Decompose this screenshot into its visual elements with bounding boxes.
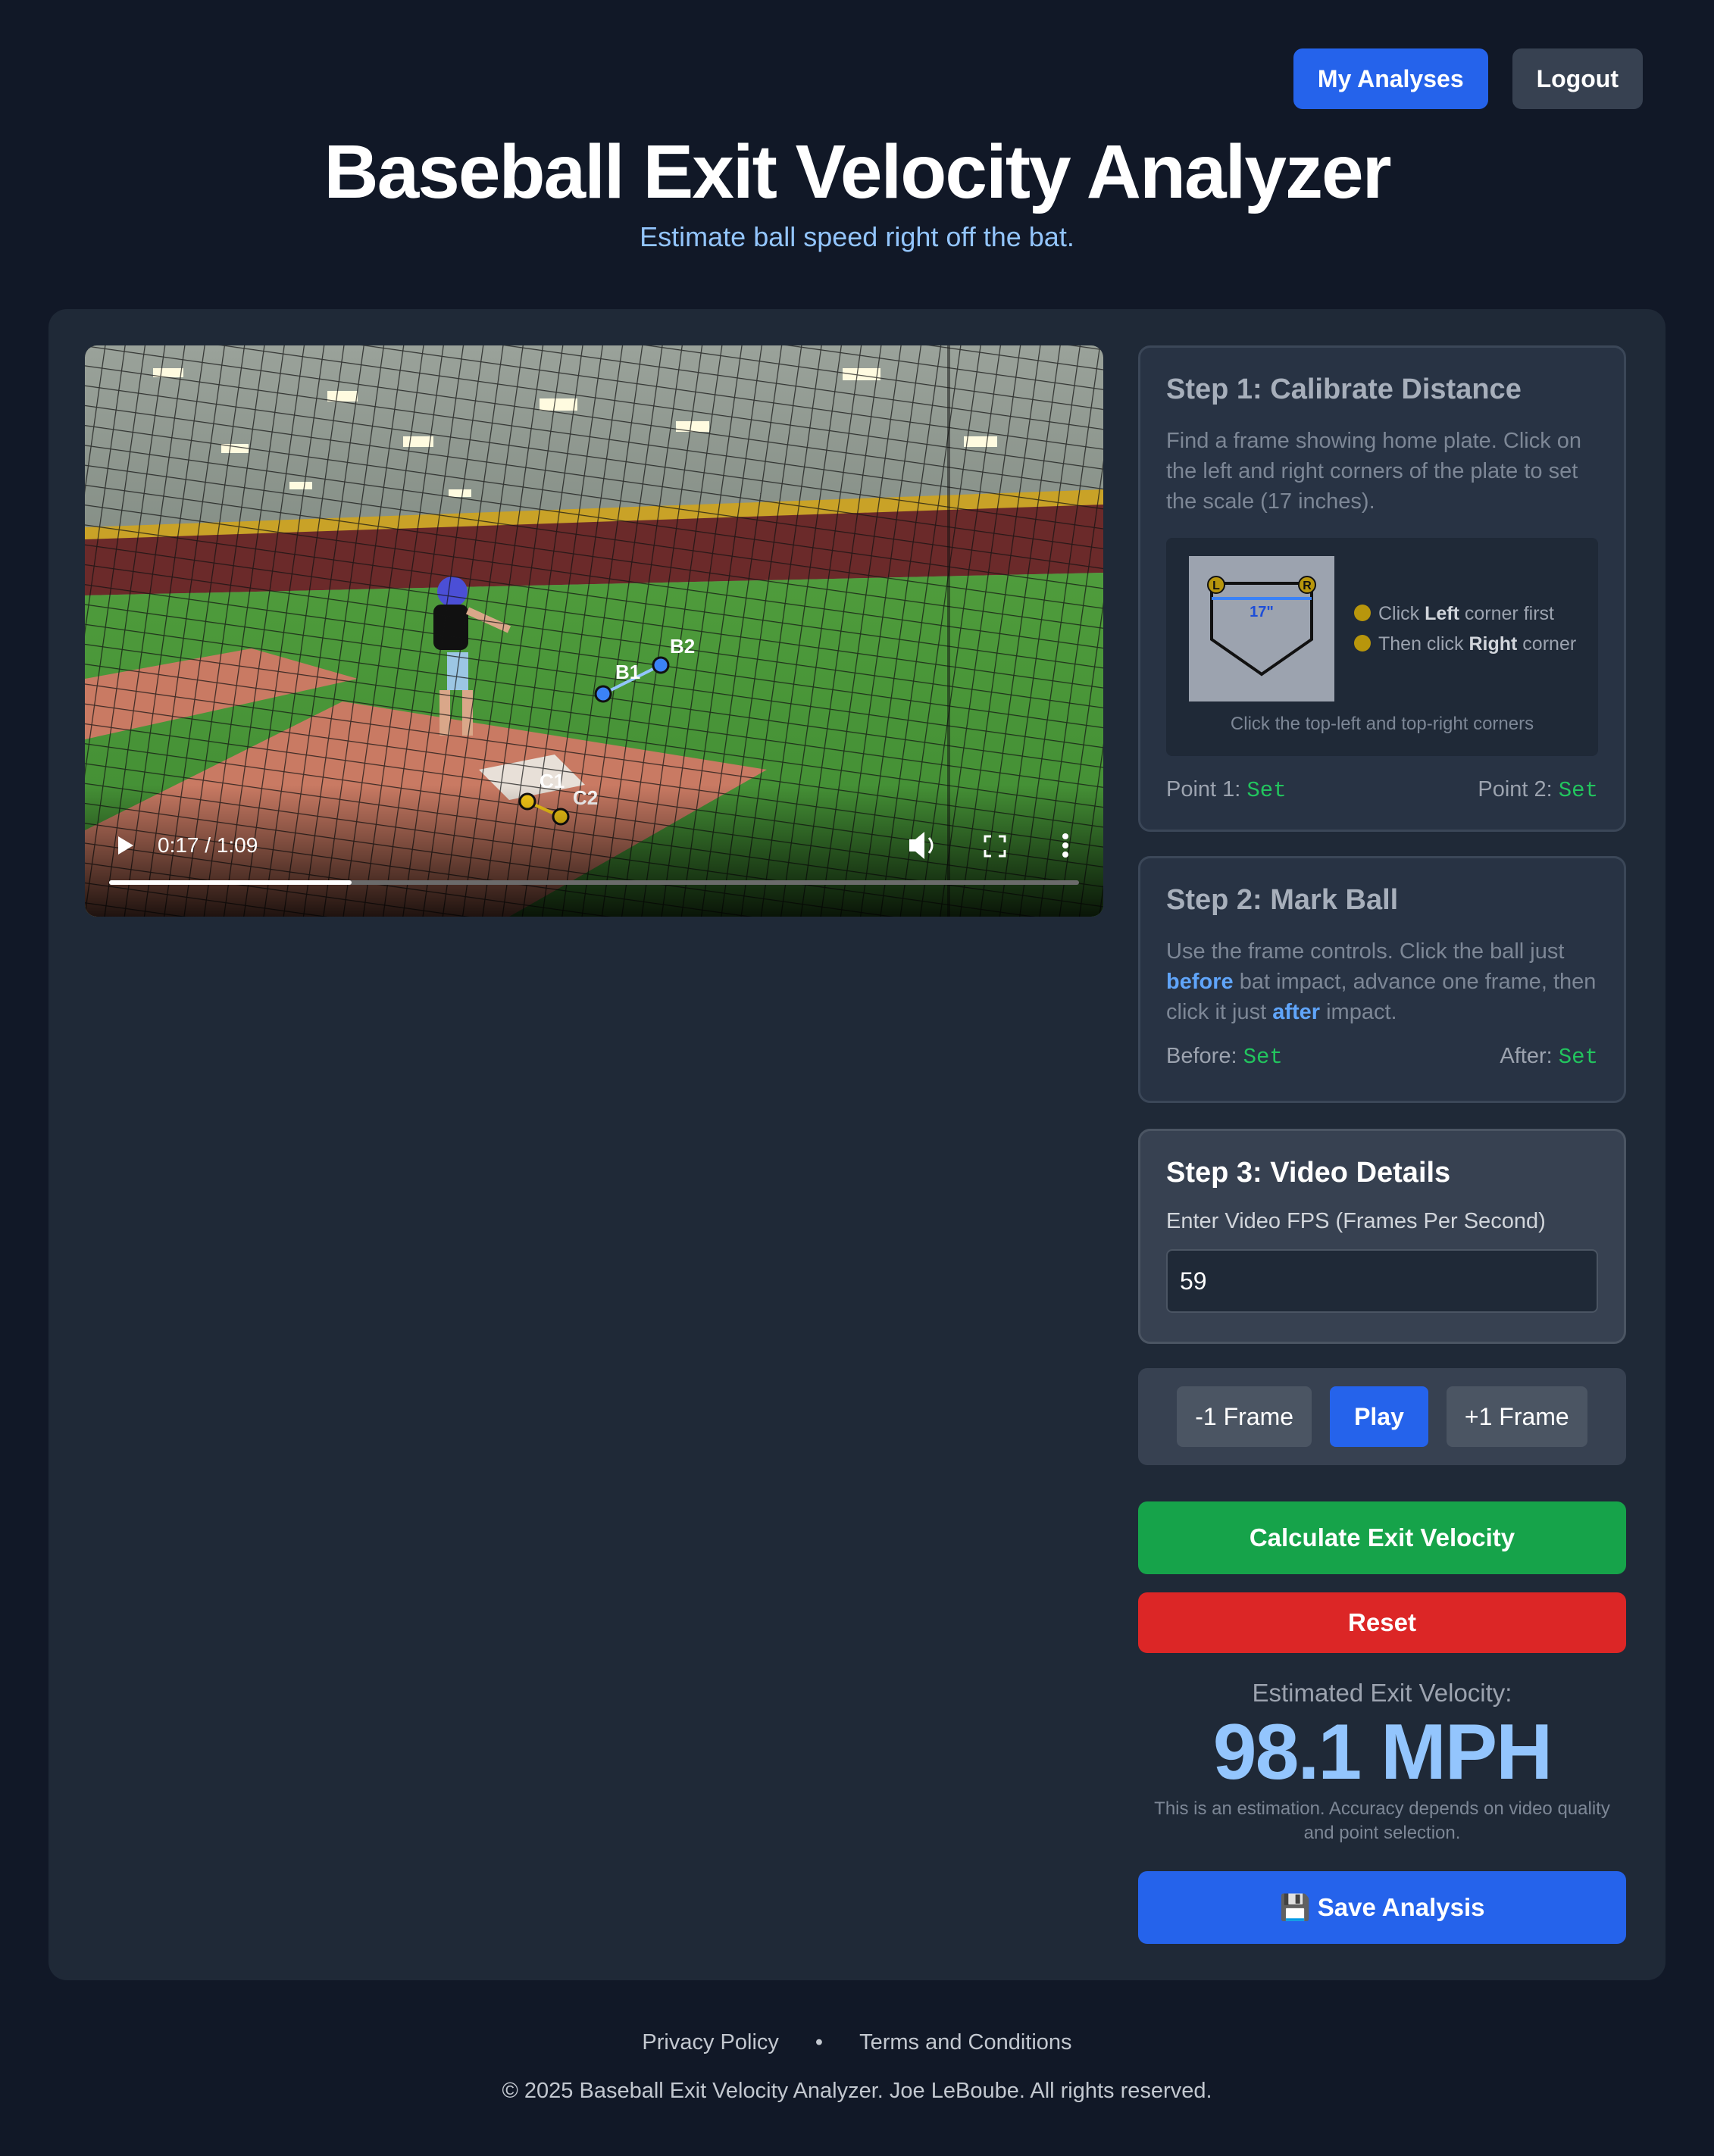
plate-width-label: 17" xyxy=(1250,604,1274,620)
result-value: 98.1 MPH xyxy=(1212,1708,1553,1796)
play-button[interactable]: Play xyxy=(1330,1386,1428,1447)
point1-status: Point 1: Set xyxy=(1166,777,1287,803)
step3-panel: Step 3: Video Details Enter Video FPS (F… xyxy=(1138,1129,1626,1344)
save-analysis-button[interactable]: 💾 Save Analysis xyxy=(1138,1871,1626,1944)
footer-links: Privacy Policy • Terms and Conditions xyxy=(0,2030,1714,2055)
legend-item: Then click Right corner xyxy=(1354,629,1576,659)
result-label: Estimated Exit Velocity: xyxy=(1252,1679,1512,1707)
right-corner-label: R xyxy=(1303,580,1312,592)
video-frame[interactable]: B1 B2 C1 C2 xyxy=(85,345,1103,917)
prev-frame-button[interactable]: -1 Frame xyxy=(1177,1386,1312,1447)
ball-status: Before: Set After: Set xyxy=(1166,1044,1598,1070)
after-status: After: Set xyxy=(1500,1044,1598,1070)
terms-link[interactable]: Terms and Conditions xyxy=(859,2030,1071,2055)
step1-title: Step 1: Calibrate Distance xyxy=(1166,373,1522,405)
marker-b1 xyxy=(594,685,612,703)
more-options-icon[interactable] xyxy=(1062,833,1068,858)
calculate-button[interactable]: Calculate Exit Velocity xyxy=(1138,1501,1626,1574)
marker-b2 xyxy=(652,656,670,674)
video-progress-fill[interactable] xyxy=(109,880,352,885)
copyright: © 2025 Baseball Exit Velocity Analyzer. … xyxy=(502,2079,1212,2103)
home-plate-icon: L R 17" xyxy=(1189,556,1334,701)
fps-label: Enter Video FPS (Frames Per Second) xyxy=(1166,1209,1546,1233)
step2-title: Step 2: Mark Ball xyxy=(1166,884,1399,916)
video-player[interactable]: B1 B2 C1 C2 0:17 / 1:09 xyxy=(85,345,1103,917)
footer-separator: • xyxy=(815,2030,824,2054)
calibration-legend: Click Left corner first Then click Right… xyxy=(1354,598,1576,659)
step2-description: Use the frame controls. Click the ball j… xyxy=(1166,939,1597,1024)
step2-panel: Step 2: Mark Ball Use the frame controls… xyxy=(1138,856,1626,1103)
before-status: Before: Set xyxy=(1166,1044,1283,1070)
page-title: Baseball Exit Velocity Analyzer xyxy=(324,130,1391,214)
next-frame-button[interactable]: +1 Frame xyxy=(1446,1386,1587,1447)
privacy-policy-link[interactable]: Privacy Policy xyxy=(642,2030,779,2055)
left-corner-label: L xyxy=(1212,580,1220,592)
marker-label: B2 xyxy=(670,635,695,658)
result-note: This is an estimation. Accuracy depends … xyxy=(1154,1798,1610,1843)
legend-item: Click Left corner first xyxy=(1354,598,1576,629)
page-subtitle: Estimate ball speed right off the bat. xyxy=(640,221,1074,252)
fps-input[interactable] xyxy=(1166,1249,1598,1313)
step1-panel: Step 1: Calibrate Distance Find a frame … xyxy=(1138,345,1626,832)
step3-title: Step 3: Video Details xyxy=(1166,1157,1451,1189)
calibration-status: Point 1: Set Point 2: Set xyxy=(1166,777,1598,803)
reset-button[interactable]: Reset xyxy=(1138,1592,1626,1653)
calibration-diagram: L R 17" Click Left corner first Then cli… xyxy=(1166,538,1598,756)
marker-dot-icon xyxy=(1354,605,1371,622)
frame-controls: -1 Frame Play +1 Frame xyxy=(1138,1368,1626,1465)
my-analyses-button[interactable]: My Analyses xyxy=(1293,48,1488,109)
point2-status: Point 2: Set xyxy=(1478,777,1598,803)
marker-dot-icon xyxy=(1354,635,1371,652)
step1-description: Find a frame showing home plate. Click o… xyxy=(1166,429,1582,514)
diagram-caption: Click the top-left and top-right corners xyxy=(1230,714,1534,734)
logout-button[interactable]: Logout xyxy=(1512,48,1643,109)
video-time: 0:17 / 1:09 xyxy=(158,833,258,857)
marker-label: B1 xyxy=(615,661,640,683)
top-nav: My Analyses Logout xyxy=(1293,48,1643,109)
